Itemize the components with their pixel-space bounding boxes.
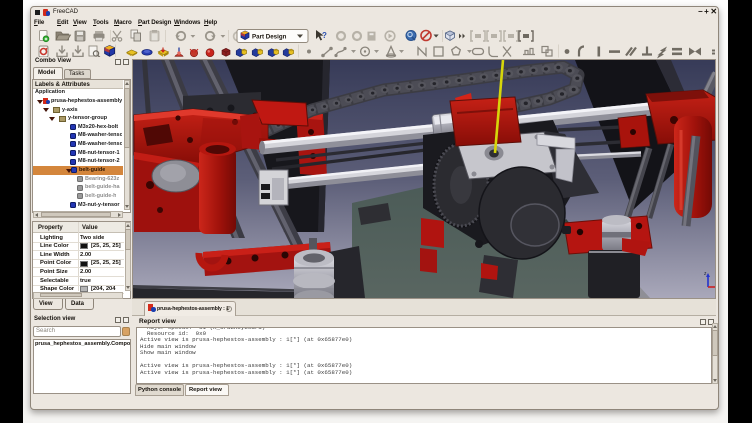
svg-text:?: ? [322, 31, 327, 40]
svg-text:Part Design: Part Design [252, 34, 287, 41]
